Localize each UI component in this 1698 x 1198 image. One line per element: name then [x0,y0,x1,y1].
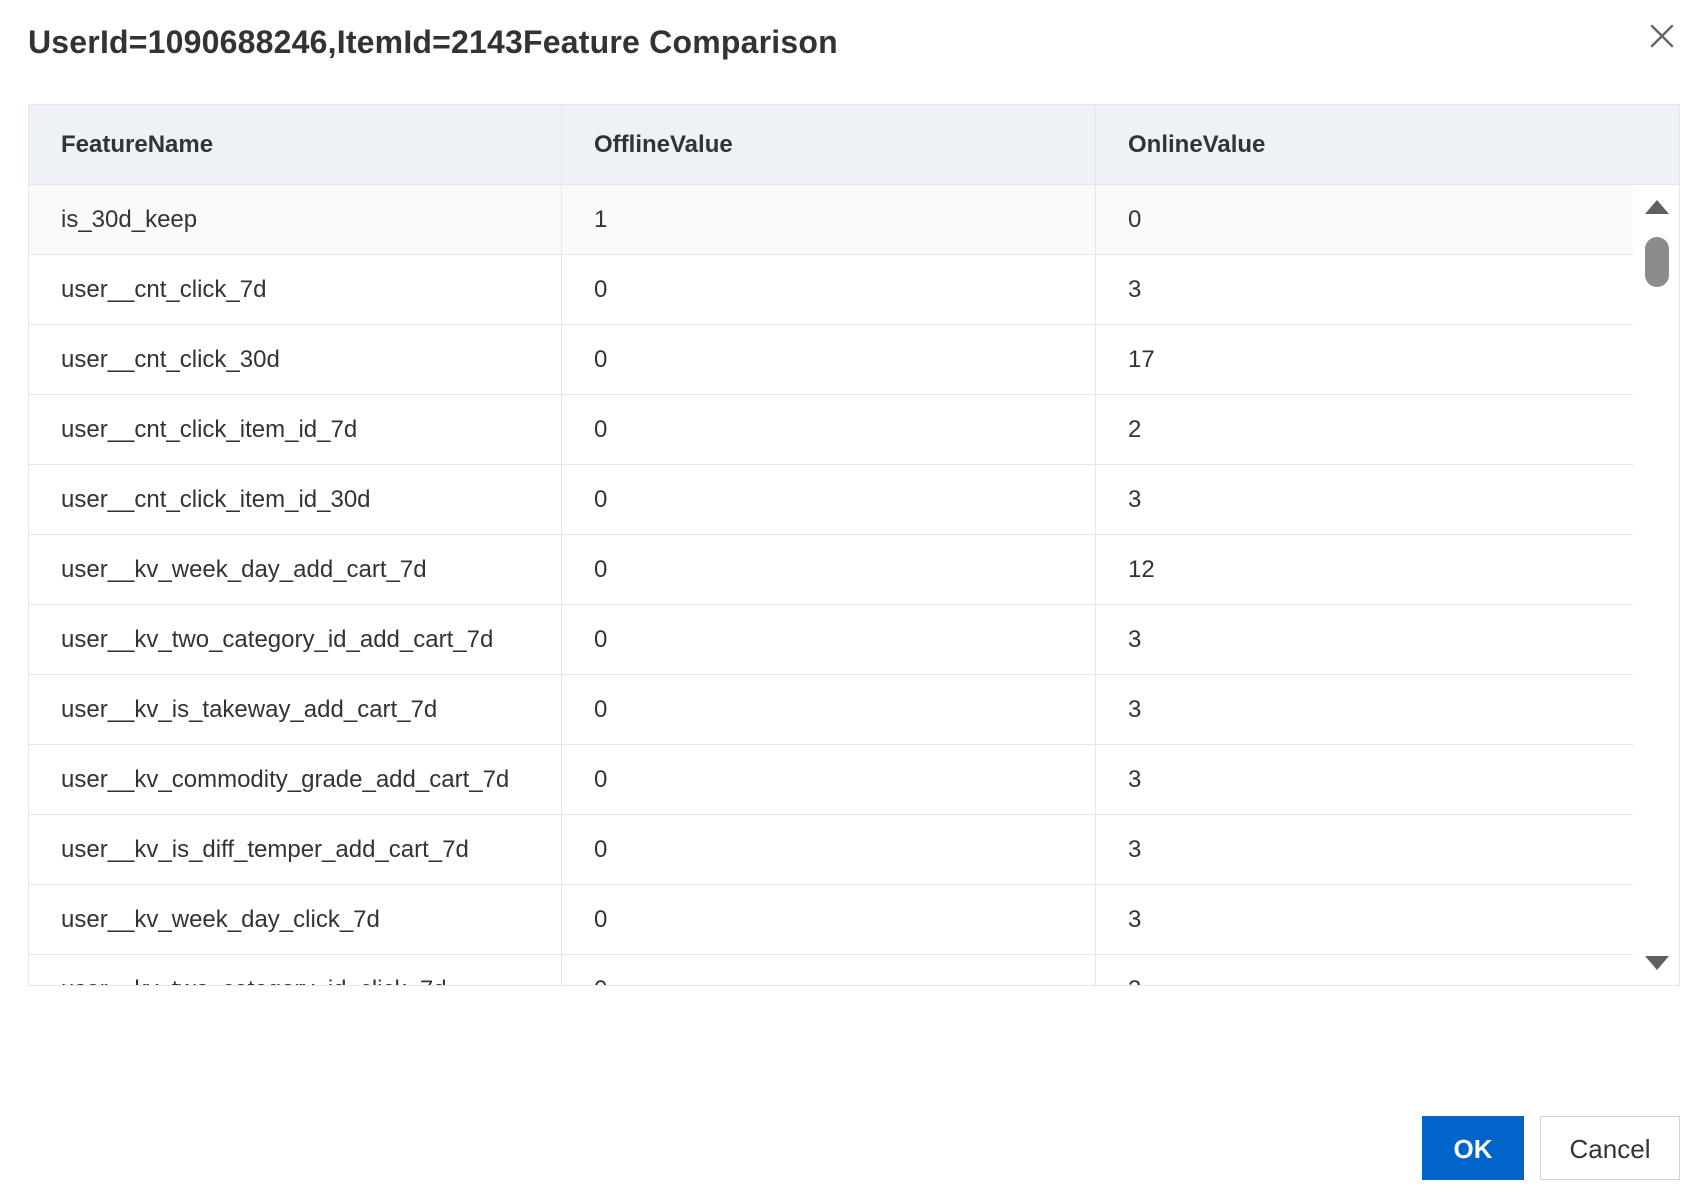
feature-name-cell: user__kv_is_diff_temper_add_cart_7d [29,815,562,884]
online-value-cell: 3 [1128,626,1142,653]
table-row: is_30d_keep 1 0 [29,185,1633,255]
offline-value-cell: 0 [562,465,1096,534]
table-row: user__kv_two_category_id_click_7d 0 3 [29,955,1633,985]
feature-name-cell: user__cnt_click_7d [29,255,562,324]
feature-name-cell: user__kv_commodity_grade_add_cart_7d [29,745,562,814]
dialog-title: UserId=1090688246,ItemId=2143Feature Com… [28,24,838,60]
column-header-offline-value: OfflineValue [562,105,1096,184]
online-value-cell: 2 [1128,416,1142,443]
online-value-cell: 3 [1128,906,1142,933]
scroll-thumb[interactable] [1645,237,1669,287]
table-row: user__cnt_click_7d 0 3 [29,255,1633,325]
table-body[interactable]: is_30d_keep 1 0 user__cnt_click_7d 0 3 u… [29,185,1633,985]
feature-name-cell: user__cnt_click_item_id_30d [29,465,562,534]
feature-name-cell: user__cnt_click_item_id_7d [29,395,562,464]
offline-value-cell: 0 [562,745,1096,814]
online-value-cell: 3 [1128,486,1142,513]
offline-value-cell: 0 [562,395,1096,464]
offline-value-cell: 1 [562,185,1096,254]
online-value-cell: 3 [1096,955,1633,985]
feature-name-cell: is_30d_keep [29,185,562,254]
triangle-up-icon [1645,200,1669,214]
table-row: user__kv_week_day_click_7d 0 3 [29,885,1633,955]
online-value-cell: 12 [1128,556,1155,583]
offline-value-cell: 0 [562,885,1096,954]
feature-name-cell: user__kv_week_day_click_7d [29,885,562,954]
table-scrollbar[interactable] [1633,185,1679,985]
scroll-up-button[interactable] [1643,197,1671,217]
table-row: user__kv_week_day_add_cart_7d 0 12 [29,535,1633,605]
online-value-cell: 0 [1128,206,1142,233]
offline-value-cell: 0 [562,325,1096,394]
online-value-cell: 3 [1128,276,1142,303]
table-row: user__kv_is_takeway_add_cart_7d 0 3 [29,675,1633,745]
feature-table: FeatureName OfflineValue OnlineValue is_… [28,104,1680,986]
table-row: user__cnt_click_item_id_30d 0 3 [29,465,1633,535]
feature-name-cell: user__kv_two_category_id_add_cart_7d [29,605,562,674]
cancel-button[interactable]: Cancel [1540,1116,1680,1180]
scroll-down-button[interactable] [1643,953,1671,973]
online-value-cell: 3 [1128,766,1142,793]
column-header-online-value: OnlineValue [1128,131,1266,158]
offline-value-cell: 0 [562,955,1096,985]
offline-value-cell: 0 [562,535,1096,604]
table-row: user__kv_is_diff_temper_add_cart_7d 0 3 [29,815,1633,885]
offline-value-cell: 0 [562,815,1096,884]
table-row: user__cnt_click_item_id_7d 0 2 [29,395,1633,465]
table-row: user__cnt_click_30d 0 17 [29,325,1633,395]
ok-button[interactable]: OK [1422,1116,1524,1180]
table-header: FeatureName OfflineValue OnlineValue [29,105,1679,185]
triangle-down-icon [1645,956,1669,970]
online-value-cell: 3 [1128,696,1142,723]
close-button[interactable] [1642,16,1682,56]
offline-value-cell: 0 [562,675,1096,744]
online-value-cell: 17 [1128,346,1155,373]
offline-value-cell: 0 [562,255,1096,324]
column-header-feature-name: FeatureName [29,105,562,184]
feature-name-cell: user__kv_week_day_add_cart_7d [29,535,562,604]
feature-name-cell: user__cnt_click_30d [29,325,562,394]
feature-comparison-dialog: UserId=1090688246,ItemId=2143Feature Com… [0,0,1698,1198]
table-row: user__kv_commodity_grade_add_cart_7d 0 3 [29,745,1633,815]
feature-name-cell: user__kv_two_category_id_click_7d [29,955,562,985]
close-icon [1650,24,1674,48]
table-row: user__kv_two_category_id_add_cart_7d 0 3 [29,605,1633,675]
feature-name-cell: user__kv_is_takeway_add_cart_7d [29,675,562,744]
offline-value-cell: 0 [562,605,1096,674]
online-value-cell: 3 [1128,836,1142,863]
